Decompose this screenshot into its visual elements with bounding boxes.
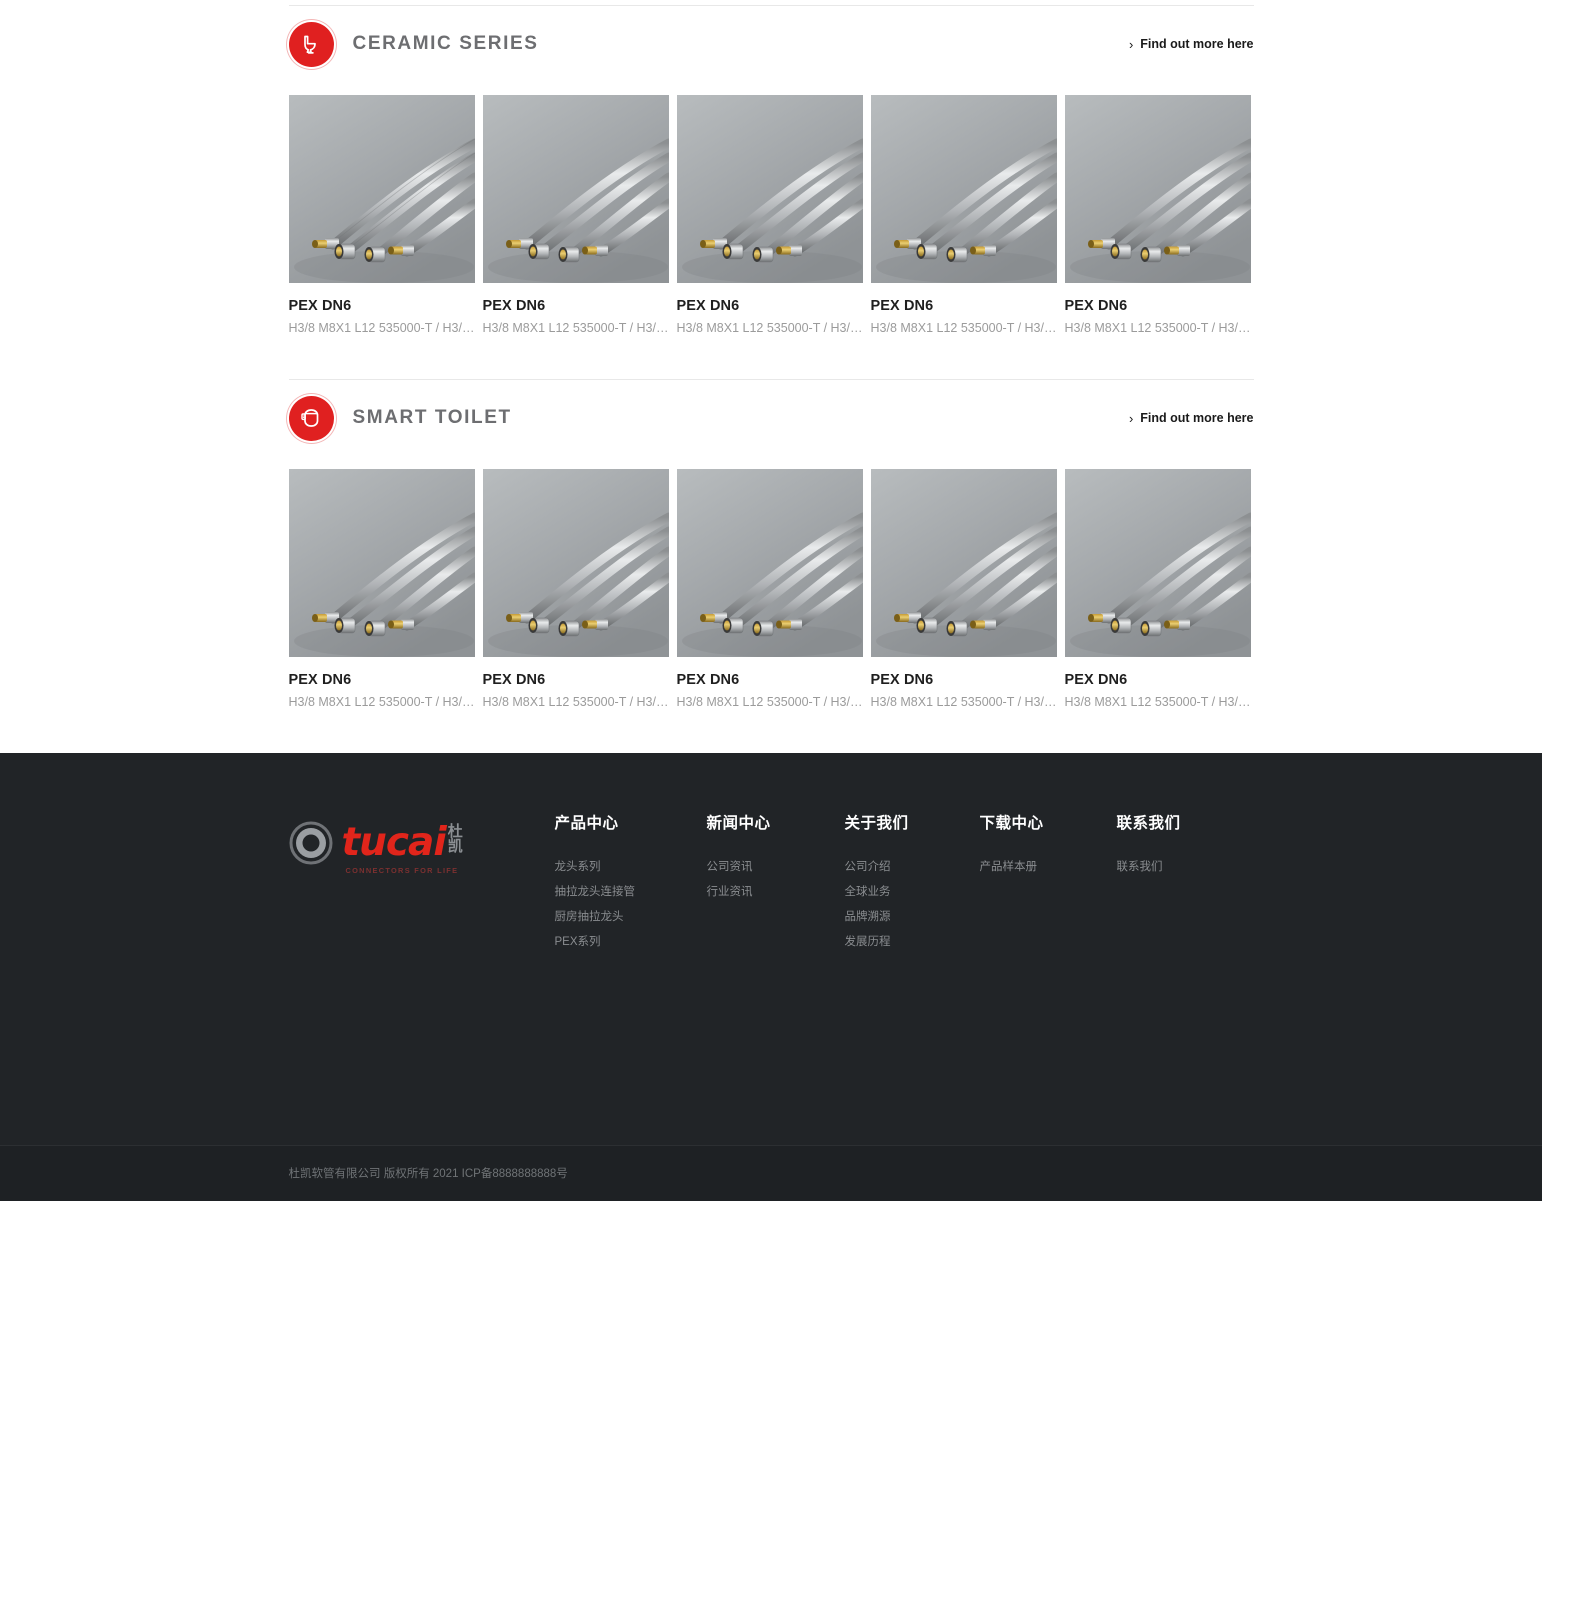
find-out-more-label: Find out more here <box>1140 37 1254 51</box>
footer-column-heading: 关于我们 <box>844 815 909 832</box>
site-footer: tucai 杜凯 CONNECTORS FOR LIFE 产品中心 龙头系列 抽拉… <box>0 753 1542 1201</box>
footer-column-news: 新闻中心 公司资讯 行业资讯 <box>707 811 845 908</box>
product-thumbnail[interactable] <box>870 95 1057 283</box>
product-card[interactable]: PEX DN6 H3/8 M8X1 L12 535000-T / H3/8… <box>870 469 1057 709</box>
product-thumbnail[interactable] <box>1064 469 1251 657</box>
product-desc: H3/8 M8X1 L12 535000-T / H3/8… <box>676 695 863 709</box>
product-thumbnail[interactable] <box>482 95 669 283</box>
product-thumbnail[interactable] <box>870 469 1057 657</box>
section-title: SMART TOILET <box>352 407 512 428</box>
find-out-more-link[interactable]: › Find out more here <box>1129 37 1254 51</box>
section-ceramic-series: CERAMIC SERIES › Find out more here PEX … <box>288 6 1254 379</box>
find-out-more-link[interactable]: › Find out more here <box>1129 411 1254 425</box>
footer-link[interactable]: 联系我们 <box>1117 858 1247 878</box>
footer-column-heading: 新闻中心 <box>706 815 771 832</box>
footer-link[interactable]: 龙头系列 <box>555 858 707 878</box>
product-title: PEX DN6 <box>1064 298 1128 314</box>
product-thumbnail[interactable] <box>288 95 475 283</box>
smart-toilet-icon <box>288 395 334 441</box>
product-grid: PEX DN6 H3/8 M8X1 L12 535000-T / H3/8… P… <box>288 469 1254 709</box>
footer-link[interactable]: PEX系列 <box>555 933 707 953</box>
footer-column-about: 关于我们 公司介绍 全球业务 品牌溯源 发展历程 <box>845 811 980 958</box>
footer-link[interactable]: 行业资讯 <box>707 883 845 903</box>
product-desc: H3/8 M8X1 L12 535000-T / H3/8… <box>676 321 863 335</box>
section-header: CERAMIC SERIES › Find out more here <box>288 6 1254 82</box>
find-out-more-label: Find out more here <box>1140 411 1254 425</box>
product-desc: H3/8 M8X1 L12 535000-T / H3/8… <box>288 321 475 335</box>
footer-column-heading: 产品中心 <box>554 815 619 832</box>
product-title: PEX DN6 <box>288 672 352 688</box>
footer-link[interactable]: 公司资讯 <box>707 858 845 878</box>
footer-column-heading: 联系我们 <box>1116 815 1181 832</box>
toilet-icon <box>288 21 334 67</box>
footer-link[interactable]: 抽拉龙头连接管 <box>555 883 707 903</box>
product-thumbnail[interactable] <box>482 469 669 657</box>
footer-link[interactable]: 公司介绍 <box>845 858 980 878</box>
product-card[interactable]: PEX DN6 H3/8 M8X1 L12 535000-T / H3/8… <box>676 95 863 335</box>
product-card[interactable]: PEX DN6 H3/8 M8X1 L12 535000-T / H3/8… <box>482 95 669 335</box>
product-thumbnail[interactable] <box>676 469 863 657</box>
product-grid: PEX DN6 H3/8 M8X1 L12 535000-T / H3/8… P… <box>288 95 1254 335</box>
product-title: PEX DN6 <box>676 672 740 688</box>
page-root: CERAMIC SERIES › Find out more here PEX … <box>0 0 1542 1201</box>
product-thumbnail[interactable] <box>676 95 863 283</box>
product-desc: H3/8 M8X1 L12 535000-T / H3/8… <box>1064 695 1251 709</box>
section-title: CERAMIC SERIES <box>352 33 539 54</box>
product-title: PEX DN6 <box>1064 672 1128 688</box>
logo-tagline: CONNECTORS FOR LIFE <box>345 866 459 875</box>
product-title: PEX DN6 <box>870 672 934 688</box>
product-desc: H3/8 M8X1 L12 535000-T / H3/8… <box>482 695 669 709</box>
footer-logo[interactable]: tucai 杜凯 CONNECTORS FOR LIFE <box>289 811 555 875</box>
chevron-right-icon: › <box>1128 410 1134 426</box>
product-card[interactable]: PEX DN6 H3/8 M8X1 L12 535000-T / H3/8… <box>1064 469 1251 709</box>
product-desc: H3/8 M8X1 L12 535000-T / H3/8… <box>482 321 669 335</box>
section-smart-toilet: SMART TOILET › Find out more here PEX DN… <box>288 380 1254 709</box>
footer-column-heading: 下载中心 <box>979 815 1044 832</box>
product-title: PEX DN6 <box>288 298 352 314</box>
tucai-ring-icon <box>289 821 332 865</box>
product-card[interactable]: PEX DN6 H3/8 M8X1 L12 535000-T / H3/8… <box>288 469 475 709</box>
product-desc: H3/8 M8X1 L12 535000-T / H3/8… <box>870 321 1057 335</box>
product-title: PEX DN6 <box>482 298 546 314</box>
logo-chinese-name: 杜凯 <box>447 823 463 856</box>
copyright-bar: 杜凯软管有限公司 版权所有 2021 ICP备8888888888号 <box>0 1145 1542 1201</box>
product-desc: H3/8 M8X1 L12 535000-T / H3/8… <box>1064 321 1251 335</box>
product-card[interactable]: PEX DN6 H3/8 M8X1 L12 535000-T / H3/8… <box>1064 95 1251 335</box>
product-card[interactable]: PEX DN6 H3/8 M8X1 L12 535000-T / H3/8… <box>288 95 475 335</box>
logo-wordmark: tucai <box>341 820 447 866</box>
product-card[interactable]: PEX DN6 H3/8 M8X1 L12 535000-T / H3/8… <box>870 95 1057 335</box>
section-header: SMART TOILET › Find out more here <box>288 380 1254 456</box>
product-desc: H3/8 M8X1 L12 535000-T / H3/8… <box>870 695 1057 709</box>
copyright-text: 杜凯软管有限公司 版权所有 2021 ICP备8888888888号 <box>288 1168 568 1180</box>
footer-link[interactable]: 发展历程 <box>845 933 980 953</box>
chevron-right-icon: › <box>1128 36 1134 52</box>
product-title: PEX DN6 <box>482 672 546 688</box>
product-card[interactable]: PEX DN6 H3/8 M8X1 L12 535000-T / H3/8… <box>482 469 669 709</box>
footer-link[interactable]: 产品样本册 <box>980 858 1117 878</box>
footer-column-products: 产品中心 龙头系列 抽拉龙头连接管 厨房抽拉龙头 PEX系列 <box>555 811 707 958</box>
footer-column-contact: 联系我们 联系我们 <box>1117 811 1247 883</box>
footer-link[interactable]: 全球业务 <box>845 883 980 903</box>
product-card[interactable]: PEX DN6 H3/8 M8X1 L12 535000-T / H3/8… <box>676 469 863 709</box>
product-thumbnail[interactable] <box>288 469 475 657</box>
product-thumbnail[interactable] <box>1064 95 1251 283</box>
footer-column-downloads: 下载中心 产品样本册 <box>980 811 1117 883</box>
footer-link[interactable]: 品牌溯源 <box>845 908 980 928</box>
product-desc: H3/8 M8X1 L12 535000-T / H3/8… <box>288 695 475 709</box>
product-title: PEX DN6 <box>676 298 740 314</box>
footer-link[interactable]: 厨房抽拉龙头 <box>555 908 707 928</box>
product-title: PEX DN6 <box>870 298 934 314</box>
